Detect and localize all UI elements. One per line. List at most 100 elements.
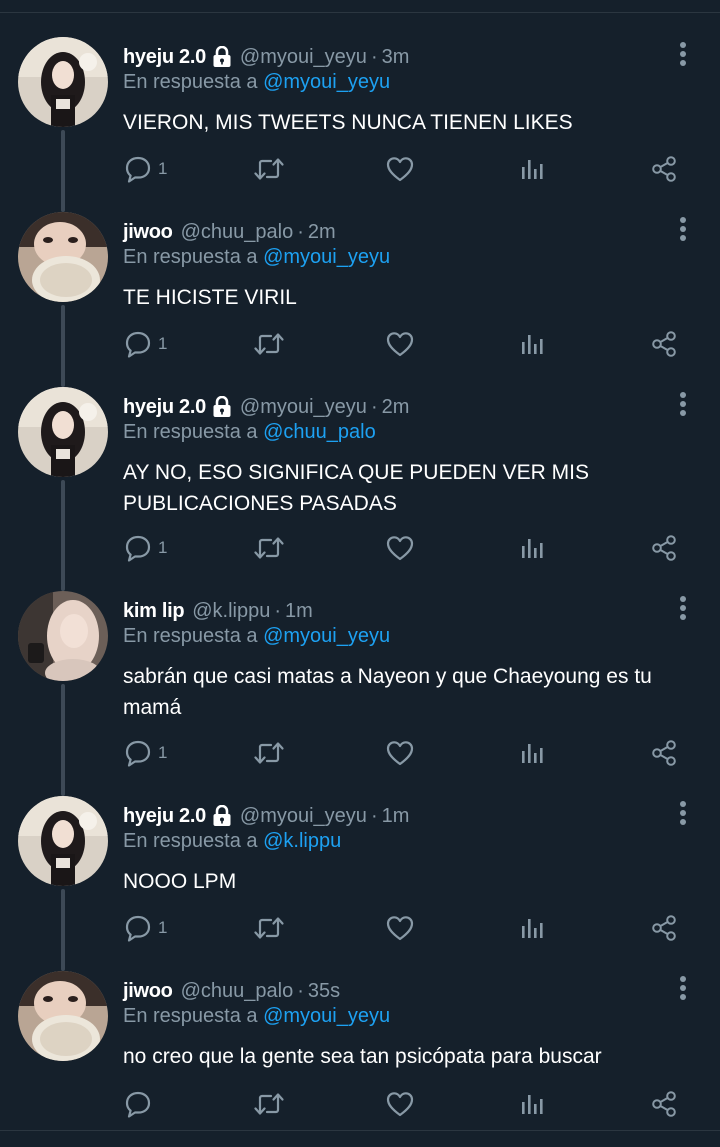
tweet-header: hyeju 2.0 @myoui_yeyu · 1m <box>123 800 409 832</box>
tweet-text: NOOO LPM <box>123 870 237 893</box>
reply-icon <box>124 739 152 767</box>
timestamp[interactable]: 2m <box>308 221 336 244</box>
reply-context: En respuesta a @k.lippu <box>123 830 341 853</box>
more-options-icon[interactable] <box>670 593 696 623</box>
avatar-jiwoo <box>18 971 108 1061</box>
lock-icon <box>212 46 232 68</box>
analytics-button[interactable] <box>520 327 544 361</box>
reply-mention-link[interactable]: @myoui_yeyu <box>263 246 390 268</box>
avatar[interactable] <box>18 591 108 681</box>
like-button[interactable] <box>386 911 414 945</box>
bar-chart-icon <box>520 741 544 765</box>
like-button[interactable] <box>386 531 414 565</box>
avatar[interactable] <box>18 387 108 477</box>
more-options-icon[interactable] <box>670 973 696 1003</box>
analytics-button[interactable] <box>520 736 544 770</box>
reply-mention-link[interactable]: @myoui_yeyu <box>263 71 390 93</box>
bar-chart-icon <box>520 1092 544 1116</box>
like-button[interactable] <box>386 1087 414 1121</box>
share-button[interactable] <box>650 911 678 945</box>
timestamp[interactable]: 35s <box>308 980 340 1003</box>
share-button[interactable] <box>650 531 678 565</box>
handle[interactable]: @myoui_yeyu <box>240 396 367 419</box>
heart-icon <box>386 331 414 357</box>
share-button[interactable] <box>650 736 678 770</box>
more-options-icon[interactable] <box>670 39 696 69</box>
like-button[interactable] <box>386 152 414 186</box>
display-name[interactable]: jiwoo <box>123 221 173 244</box>
reply-mention-link[interactable]: @myoui_yeyu <box>263 1005 390 1027</box>
display-name[interactable]: hyeju 2.0 <box>123 805 206 828</box>
tweet-actions: 1 <box>0 911 720 945</box>
more-options-icon[interactable] <box>670 389 696 419</box>
analytics-button[interactable] <box>520 911 544 945</box>
reply-count: 1 <box>158 743 168 762</box>
like-button[interactable] <box>386 327 414 361</box>
handle[interactable]: @chuu_palo <box>181 980 294 1003</box>
timestamp[interactable]: 3m <box>382 46 410 69</box>
reply-button[interactable]: 1 <box>124 152 167 186</box>
reply-button[interactable]: 1 <box>124 327 167 361</box>
heart-icon <box>386 1091 414 1117</box>
reply-icon <box>124 330 152 358</box>
reply-context: En respuesta a @myoui_yeyu <box>123 625 390 648</box>
handle[interactable]: @chuu_palo <box>181 221 294 244</box>
more-options-icon[interactable] <box>670 214 696 244</box>
display-name[interactable]: jiwoo <box>123 980 173 1003</box>
reply-button[interactable]: 1 <box>124 736 167 770</box>
retweet-button[interactable] <box>253 736 285 770</box>
reply-prefix: En respuesta a <box>123 830 258 852</box>
retweet-icon <box>253 740 285 766</box>
separator-dot: · <box>370 804 378 827</box>
bottom-divider <box>0 1130 720 1131</box>
reply-count: 1 <box>158 334 168 353</box>
avatar[interactable] <box>18 971 108 1061</box>
reply-mention-link[interactable]: @chuu_palo <box>263 421 376 443</box>
share-icon <box>650 156 678 182</box>
retweet-button[interactable] <box>253 327 285 361</box>
share-button[interactable] <box>650 1087 678 1121</box>
tweet-actions: 1 <box>0 531 720 565</box>
lock-icon <box>212 396 232 418</box>
reply-button[interactable]: 1 <box>124 911 167 945</box>
like-button[interactable] <box>386 736 414 770</box>
reply-context: En respuesta a @myoui_yeyu <box>123 246 390 269</box>
avatar[interactable] <box>18 37 108 127</box>
reply-context: En respuesta a @myoui_yeyu <box>123 71 390 94</box>
retweet-button[interactable] <box>253 1087 285 1121</box>
handle[interactable]: @myoui_yeyu <box>240 805 367 828</box>
reply-icon <box>124 534 152 562</box>
reply-prefix: En respuesta a <box>123 625 258 647</box>
analytics-button[interactable] <box>520 152 544 186</box>
reply-button[interactable] <box>124 1087 152 1121</box>
share-icon <box>650 740 678 766</box>
reply-prefix: En respuesta a <box>123 246 258 268</box>
share-button[interactable] <box>650 152 678 186</box>
timestamp[interactable]: 1m <box>285 600 313 623</box>
retweet-button[interactable] <box>253 152 285 186</box>
separator-dot: · <box>297 220 304 243</box>
reply-mention-link[interactable]: @myoui_yeyu <box>263 625 390 647</box>
avatar[interactable] <box>18 796 108 886</box>
separator-dot: · <box>274 599 282 622</box>
share-icon <box>650 1091 678 1117</box>
handle[interactable]: @myoui_yeyu <box>240 46 367 69</box>
retweet-button[interactable] <box>253 911 285 945</box>
display-name[interactable]: hyeju 2.0 <box>123 46 206 69</box>
separator-dot: · <box>370 45 378 68</box>
reply-prefix: En respuesta a <box>123 421 258 443</box>
analytics-button[interactable] <box>520 1087 544 1121</box>
avatar[interactable] <box>18 212 108 302</box>
share-button[interactable] <box>650 327 678 361</box>
reply-button[interactable]: 1 <box>124 531 167 565</box>
handle[interactable]: @k.lippu <box>192 600 270 623</box>
timestamp[interactable]: 2m <box>382 396 410 419</box>
retweet-button[interactable] <box>253 531 285 565</box>
reply-mention-link[interactable]: @k.lippu <box>263 830 341 852</box>
timestamp[interactable]: 1m <box>382 805 410 828</box>
heart-icon <box>386 535 414 561</box>
more-options-icon[interactable] <box>670 798 696 828</box>
analytics-button[interactable] <box>520 531 544 565</box>
display-name[interactable]: kim lip <box>123 600 185 623</box>
display-name[interactable]: hyeju 2.0 <box>123 396 206 419</box>
